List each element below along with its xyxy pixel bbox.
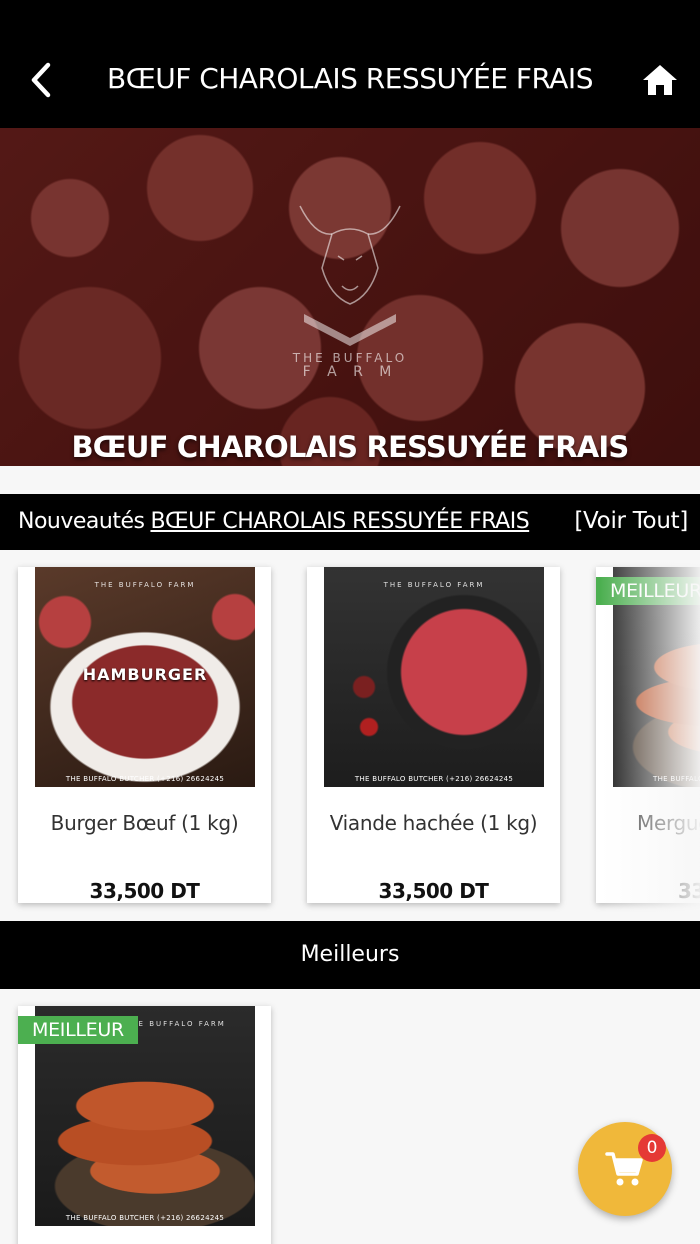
product-name: Burger Bœuf (1 kg) (50, 811, 239, 835)
product-image: THE BUFFALO FARM THE BUFFALO BUTCHER (+2… (324, 567, 544, 787)
product-card[interactable]: THE BUFFALO MEILLEUR Mergue 33 (596, 567, 700, 903)
image-footer-text: THE BUFFALO (653, 775, 700, 783)
banner-title: BŒUF CHAROLAIS RESSUYÉE FRAIS (71, 430, 629, 464)
product-price: 33,500 DT (378, 879, 489, 903)
product-name: Viande hachée (1 kg) (329, 811, 538, 835)
logo-text-1: THE BUFFALO (292, 351, 407, 365)
cart-icon (605, 1152, 643, 1186)
app-screen: BŒUF CHAROLAIS RESSUYÉE FRAIS THE BUFFAL… (0, 0, 700, 1244)
buffalo-farm-logo: THE BUFFALO F A R M (292, 205, 407, 376)
product-price: 33 (678, 879, 700, 903)
new-products-header: Nouveautés BŒUF CHAROLAIS RESSUYÉE FRAIS … (0, 494, 700, 550)
image-footer-text: THE BUFFALO BUTCHER (+216) 26624245 (354, 775, 514, 783)
see-all-link[interactable]: [Voir Tout] (574, 508, 688, 534)
home-icon (643, 65, 677, 95)
product-price: 33,500 DT (89, 879, 200, 903)
product-name: Mergue (637, 811, 700, 835)
product-image: THE BUFFALO FARM HAMBURGER THE BUFFALO B… (35, 567, 255, 787)
best-badge: MEILLEUR (18, 1016, 138, 1044)
new-products-label: Nouveautés BŒUF CHAROLAIS RESSUYÉE FRAIS (18, 509, 530, 534)
cart-count-badge: 0 (638, 1134, 666, 1162)
image-brand: THE BUFFALO FARM (94, 581, 196, 589)
image-brand: THE BUFFALO FARM (383, 581, 485, 589)
chevron-left-icon (31, 62, 51, 98)
back-button[interactable] (18, 58, 62, 102)
top-app-bar: BŒUF CHAROLAIS RESSUYÉE FRAIS (0, 0, 700, 128)
product-card[interactable]: THE BUFFALO FARM THE BUFFALO BUTCHER (+2… (18, 1006, 271, 1244)
new-category-link[interactable]: BŒUF CHAROLAIS RESSUYÉE FRAIS (150, 509, 529, 534)
product-card[interactable]: THE BUFFALO FARM HAMBURGER THE BUFFALO B… (18, 567, 271, 903)
new-prefix: Nouveautés (18, 509, 145, 534)
logo-text-2: F A R M (303, 364, 398, 376)
best-products-header: Meilleurs (0, 921, 700, 989)
image-footer-text: THE BUFFALO BUTCHER (+216) 26624245 (65, 775, 225, 783)
page-title: BŒUF CHAROLAIS RESSUYÉE FRAIS (107, 62, 593, 95)
image-overlay-text: HAMBURGER (82, 665, 208, 684)
image-footer-text: THE BUFFALO BUTCHER (+216) 26624245 (65, 1214, 225, 1222)
product-card[interactable]: THE BUFFALO FARM THE BUFFALO BUTCHER (+2… (307, 567, 560, 903)
minced-meat-photo (324, 567, 544, 787)
home-button[interactable] (638, 58, 682, 102)
image-brand: THE BUFFALO FARM (125, 1020, 226, 1028)
best-badge: MEILLEUR (596, 577, 700, 605)
category-banner: THE BUFFALO F A R M BŒUF CHAROLAIS RESSU… (0, 128, 700, 466)
